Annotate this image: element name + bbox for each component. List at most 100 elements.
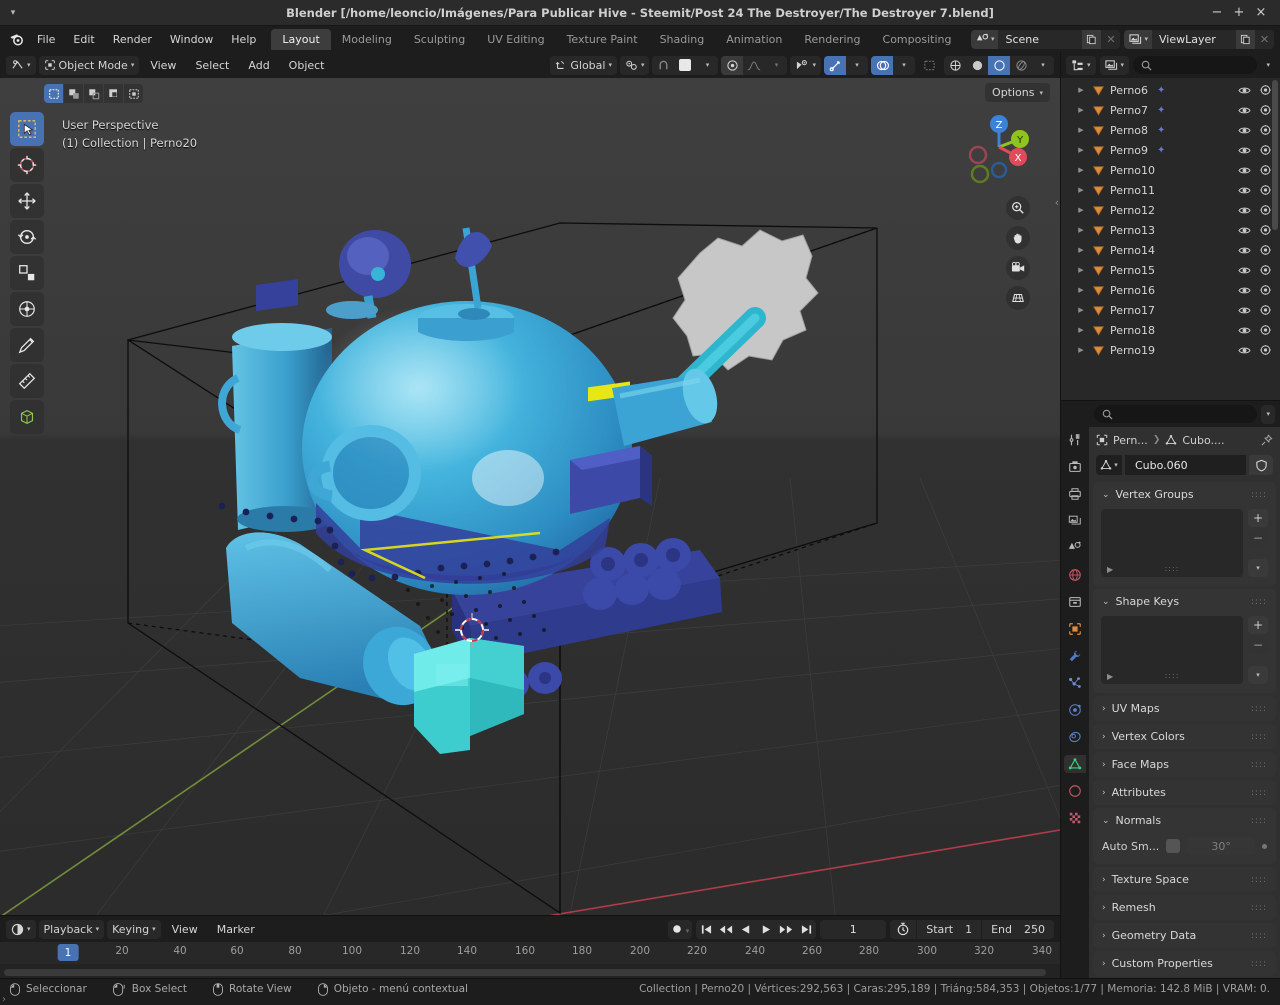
item-list-box[interactable]: ▶ ::::: [1101, 616, 1243, 684]
eye-icon[interactable]: [1238, 165, 1251, 176]
expand-arrow-icon[interactable]: ▶: [1075, 266, 1087, 274]
panel-header[interactable]: › Geometry Data ::::: [1093, 923, 1276, 948]
camera-icon[interactable]: [1259, 184, 1272, 196]
tab-compositing[interactable]: Compositing: [872, 29, 963, 50]
outliner-display-mode-icon[interactable]: ▾: [1100, 56, 1130, 75]
xray-toggle-icon[interactable]: [918, 56, 941, 75]
fake-user-shield-icon[interactable]: [1249, 455, 1273, 475]
editor-type-icon[interactable]: ▾: [6, 56, 36, 75]
eye-icon[interactable]: [1238, 185, 1251, 196]
tab-material[interactable]: [1064, 782, 1086, 800]
list-grip-icon[interactable]: ::::: [1165, 671, 1180, 680]
panel-disclosure-icon[interactable]: ›: [1102, 704, 1106, 714]
tab-modifiers[interactable]: [1064, 647, 1086, 665]
tool-select-box[interactable]: [10, 112, 44, 146]
tab-physics[interactable]: [1064, 701, 1086, 719]
toggle-ortho-icon[interactable]: [1006, 286, 1030, 310]
list-expand-icon[interactable]: ▶: [1107, 565, 1113, 574]
expand-arrow-icon[interactable]: ▶: [1075, 346, 1087, 354]
transform-orientation-dropdown[interactable]: Global ▾: [550, 56, 617, 75]
scene-unlink-icon[interactable]: ✕: [1101, 30, 1120, 49]
select-box-icon[interactable]: [44, 84, 63, 103]
tool-move[interactable]: [10, 184, 44, 218]
item-list-box[interactable]: ▶ ::::: [1101, 509, 1243, 577]
panel-grip-icon[interactable]: ::::: [1251, 762, 1267, 768]
add-item-button[interactable]: +: [1248, 616, 1268, 634]
camera-icon[interactable]: [1259, 264, 1272, 276]
panel-header[interactable]: › Vertex Colors ::::: [1093, 724, 1276, 749]
camera-icon[interactable]: [1259, 84, 1272, 96]
tab-particles[interactable]: [1064, 674, 1086, 692]
viewport-menu-select[interactable]: Select: [187, 57, 237, 74]
playback-dropdown[interactable]: Playback ▾: [39, 920, 105, 939]
panel-header[interactable]: › Face Maps ::::: [1093, 752, 1276, 777]
outliner-editor-type-icon[interactable]: ▾: [1066, 56, 1096, 75]
object-mode-dropdown[interactable]: Object Mode ▾: [39, 56, 140, 75]
panel-header[interactable]: › Texture Space ::::: [1093, 867, 1276, 892]
snapping-dropdown[interactable]: ▾: [620, 56, 650, 75]
breadcrumb-data-label[interactable]: Cubo....: [1182, 434, 1224, 447]
panel-disclosure-icon[interactable]: ›: [1102, 732, 1106, 742]
list-grip-icon[interactable]: ::::: [1165, 564, 1180, 573]
rendered-shading-icon[interactable]: [1010, 56, 1032, 75]
play-icon[interactable]: [756, 924, 776, 935]
tab-world[interactable]: [1064, 566, 1086, 584]
list-specials-button[interactable]: ▾: [1248, 559, 1268, 577]
eye-icon[interactable]: [1238, 125, 1251, 136]
add-item-button[interactable]: +: [1248, 509, 1268, 527]
camera-icon[interactable]: [1259, 124, 1272, 136]
select-difference-icon[interactable]: [104, 84, 123, 103]
outliner-item-perno17[interactable]: ▶ Perno17: [1061, 300, 1280, 320]
zoom-icon[interactable]: [1006, 196, 1030, 220]
expand-arrow-icon[interactable]: ▶: [1075, 306, 1087, 314]
camera-icon[interactable]: [1259, 104, 1272, 116]
panel-disclosure-icon[interactable]: ›: [1102, 959, 1106, 969]
panel-grip-icon[interactable]: ::::: [1251, 706, 1267, 712]
camera-view-icon[interactable]: [1006, 256, 1030, 280]
camera-icon[interactable]: [1259, 144, 1272, 156]
keying-dropdown[interactable]: Keying ▾: [107, 920, 160, 939]
current-frame-field[interactable]: 1: [820, 920, 886, 939]
scene-new-icon[interactable]: [1082, 30, 1101, 49]
expand-arrow-icon[interactable]: ▶: [1075, 246, 1087, 254]
visibility-dropdown[interactable]: ▾: [790, 56, 821, 75]
tab-object[interactable]: [1064, 620, 1086, 638]
outliner-item-perno9[interactable]: ▶ Perno9 ✦: [1061, 140, 1280, 160]
viewport-menu-view[interactable]: View: [142, 57, 184, 74]
outliner-item-perno11[interactable]: ▶ Perno11: [1061, 180, 1280, 200]
blender-logo-icon[interactable]: [6, 28, 28, 50]
close-button[interactable]: ×: [1250, 0, 1272, 26]
expand-arrow-icon[interactable]: ▶: [1075, 226, 1087, 234]
camera-icon[interactable]: [1259, 224, 1272, 236]
timeline-sidebar-toggle[interactable]: ›: [2, 994, 6, 1005]
timeline-editor-type-icon[interactable]: ▾: [6, 920, 36, 939]
viewlayer-new-icon[interactable]: [1236, 30, 1255, 49]
timeline-menu-view[interactable]: View: [164, 921, 206, 938]
viewlayer-unlink-icon[interactable]: ✕: [1255, 30, 1274, 49]
panel-grip-icon[interactable]: ::::: [1251, 818, 1267, 824]
navigation-gizmo[interactable]: Z Y X: [962, 110, 1036, 184]
wireframe-shading-icon[interactable]: [944, 56, 966, 75]
maximize-button[interactable]: +: [1228, 0, 1250, 26]
mesh-name-field[interactable]: Cubo.060: [1125, 455, 1246, 475]
menu-help[interactable]: Help: [222, 30, 265, 49]
properties-panel-list[interactable]: ⌄ Vertex Groups :::: ▶ :::: + − ▾ ⌄ Shap…: [1089, 482, 1280, 978]
panel-grip-icon[interactable]: ::::: [1251, 492, 1267, 498]
expand-arrow-icon[interactable]: ▶: [1075, 166, 1087, 174]
tab-rendering[interactable]: Rendering: [793, 29, 871, 50]
eye-icon[interactable]: [1238, 205, 1251, 216]
outliner-item-perno7[interactable]: ▶ Perno7 ✦: [1061, 100, 1280, 120]
camera-icon[interactable]: [1259, 244, 1272, 256]
panel-disclosure-icon[interactable]: ›: [1102, 903, 1106, 913]
viewport-menu-object[interactable]: Object: [281, 57, 333, 74]
keying-chevron-icon[interactable]: ▾: [686, 923, 690, 936]
tool-annotate[interactable]: [10, 328, 44, 362]
proportional-editing-icon[interactable]: [721, 56, 743, 75]
shading-chevron-icon[interactable]: ▾: [1032, 56, 1054, 75]
viewport-options-button[interactable]: Options ▾: [985, 83, 1050, 102]
eye-icon[interactable]: [1238, 345, 1251, 356]
camera-icon[interactable]: [1259, 164, 1272, 176]
outliner-item-perno6[interactable]: ▶ Perno6 ✦: [1061, 80, 1280, 100]
eye-icon[interactable]: [1238, 145, 1251, 156]
expand-arrow-icon[interactable]: ▶: [1075, 146, 1087, 154]
